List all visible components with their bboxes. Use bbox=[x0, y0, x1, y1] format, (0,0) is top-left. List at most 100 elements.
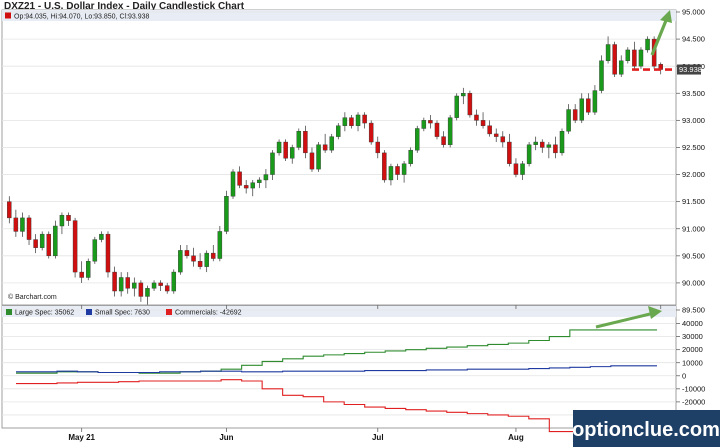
cot-y-tick-label: -20000 bbox=[682, 397, 705, 406]
candle-body bbox=[270, 152, 275, 175]
cot-y-tick-label: 10000 bbox=[682, 358, 703, 367]
candle-body bbox=[401, 163, 407, 175]
candle-body bbox=[533, 141, 538, 145]
candle-body bbox=[59, 214, 65, 227]
candle-body bbox=[592, 90, 598, 113]
candle-body bbox=[625, 49, 631, 61]
candle-body bbox=[342, 117, 348, 126]
candle-body bbox=[105, 233, 111, 273]
candle-body bbox=[33, 239, 38, 248]
price-y-tick-label: 95.000 bbox=[682, 8, 705, 17]
candle-body bbox=[329, 136, 334, 151]
candle-body bbox=[283, 141, 288, 159]
candle-body bbox=[408, 149, 413, 164]
candle-body bbox=[493, 133, 499, 137]
last-price-label: 93.938 bbox=[679, 65, 702, 74]
candle-body bbox=[441, 136, 446, 145]
candle-body bbox=[309, 152, 315, 170]
candle-body bbox=[428, 120, 433, 124]
candle-body bbox=[322, 144, 328, 151]
candle-body bbox=[434, 122, 440, 137]
candle-body bbox=[197, 261, 203, 267]
candle-body bbox=[86, 261, 91, 278]
candle-body bbox=[355, 114, 361, 126]
brand-text: optionclue.com bbox=[572, 419, 720, 441]
candle-body bbox=[151, 282, 157, 289]
candle-body bbox=[336, 125, 341, 137]
cot-y-tick-label: -10000 bbox=[682, 384, 705, 393]
chart-root: DXZ21 - U.S. Dollar Index - Daily Candle… bbox=[0, 0, 720, 447]
price-y-tick-label: 91.000 bbox=[682, 224, 705, 233]
candle-body bbox=[415, 128, 420, 151]
legend-label: Commercials: -42692 bbox=[175, 310, 242, 317]
cot-legend: Large Spec: 35062 Small Spec: 7630 Commerc… bbox=[6, 309, 242, 317]
legend-swatch bbox=[6, 309, 12, 315]
candle-body bbox=[605, 44, 611, 61]
candle-body bbox=[612, 44, 617, 75]
ohlc-swatch bbox=[5, 12, 11, 19]
candle-body bbox=[454, 95, 459, 118]
candle-body bbox=[171, 271, 177, 292]
candle-body bbox=[125, 277, 130, 289]
candle-body bbox=[257, 179, 262, 183]
candle-body bbox=[566, 109, 571, 132]
candle-body bbox=[645, 38, 650, 51]
candle-body bbox=[579, 98, 584, 121]
candle-body bbox=[487, 125, 492, 135]
legend-label: Large Spec: 35062 bbox=[15, 310, 74, 317]
cot-y-tick-label: 40000 bbox=[682, 319, 703, 328]
candle-body bbox=[618, 60, 624, 75]
candle-body bbox=[191, 255, 196, 262]
candle-body bbox=[132, 282, 137, 289]
candle-body bbox=[316, 144, 321, 170]
candle-body bbox=[507, 141, 512, 164]
candle-body bbox=[237, 171, 242, 186]
candle-body bbox=[375, 141, 381, 154]
barchart-credit: © Barchart.com bbox=[8, 293, 57, 301]
candle-body bbox=[158, 282, 163, 286]
candle-body bbox=[164, 285, 170, 292]
candle-body bbox=[99, 233, 104, 240]
candle-body bbox=[526, 144, 532, 164]
price-pane bbox=[1, 9, 677, 306]
candle-body bbox=[72, 220, 78, 273]
candle-body bbox=[250, 182, 255, 189]
candle-body bbox=[368, 122, 374, 143]
candle-body bbox=[289, 147, 295, 159]
candle-body bbox=[66, 214, 71, 221]
candle-body bbox=[92, 239, 98, 262]
candle-body bbox=[474, 114, 479, 121]
candle-body bbox=[224, 196, 229, 232]
candle-body bbox=[211, 252, 216, 259]
candle-body bbox=[79, 271, 84, 278]
candle-body bbox=[145, 288, 150, 297]
candle-body bbox=[500, 136, 506, 143]
candle-body bbox=[276, 141, 282, 154]
x-tick-label: Jul bbox=[372, 433, 384, 442]
candle-body bbox=[112, 271, 117, 292]
candle-body bbox=[362, 114, 367, 124]
candle-body bbox=[480, 120, 486, 126]
candle-body bbox=[540, 141, 545, 148]
candle-body bbox=[303, 130, 308, 154]
candle-body bbox=[599, 60, 604, 91]
candle-body bbox=[230, 171, 236, 197]
legend-label: Small Spec: 7630 bbox=[95, 310, 150, 317]
candle-body bbox=[263, 174, 269, 181]
candle-body bbox=[546, 144, 552, 148]
candle-body bbox=[467, 93, 473, 116]
candle-body bbox=[559, 130, 565, 154]
candle-body bbox=[46, 233, 52, 257]
candle-body bbox=[13, 217, 19, 232]
candle-body bbox=[638, 49, 644, 67]
price-y-tick-label: 93.000 bbox=[682, 116, 705, 125]
price-y-tick-label: 90.000 bbox=[682, 279, 705, 288]
candle-body bbox=[204, 252, 209, 267]
legend-swatch bbox=[86, 309, 92, 315]
cot-y-tick-label: 0 bbox=[682, 371, 686, 380]
price-y-tick-label: 89.500 bbox=[682, 306, 705, 315]
x-tick-label: Aug bbox=[508, 433, 524, 442]
candle-body bbox=[586, 98, 591, 113]
candle-body bbox=[395, 166, 400, 175]
candle-body bbox=[461, 93, 466, 97]
